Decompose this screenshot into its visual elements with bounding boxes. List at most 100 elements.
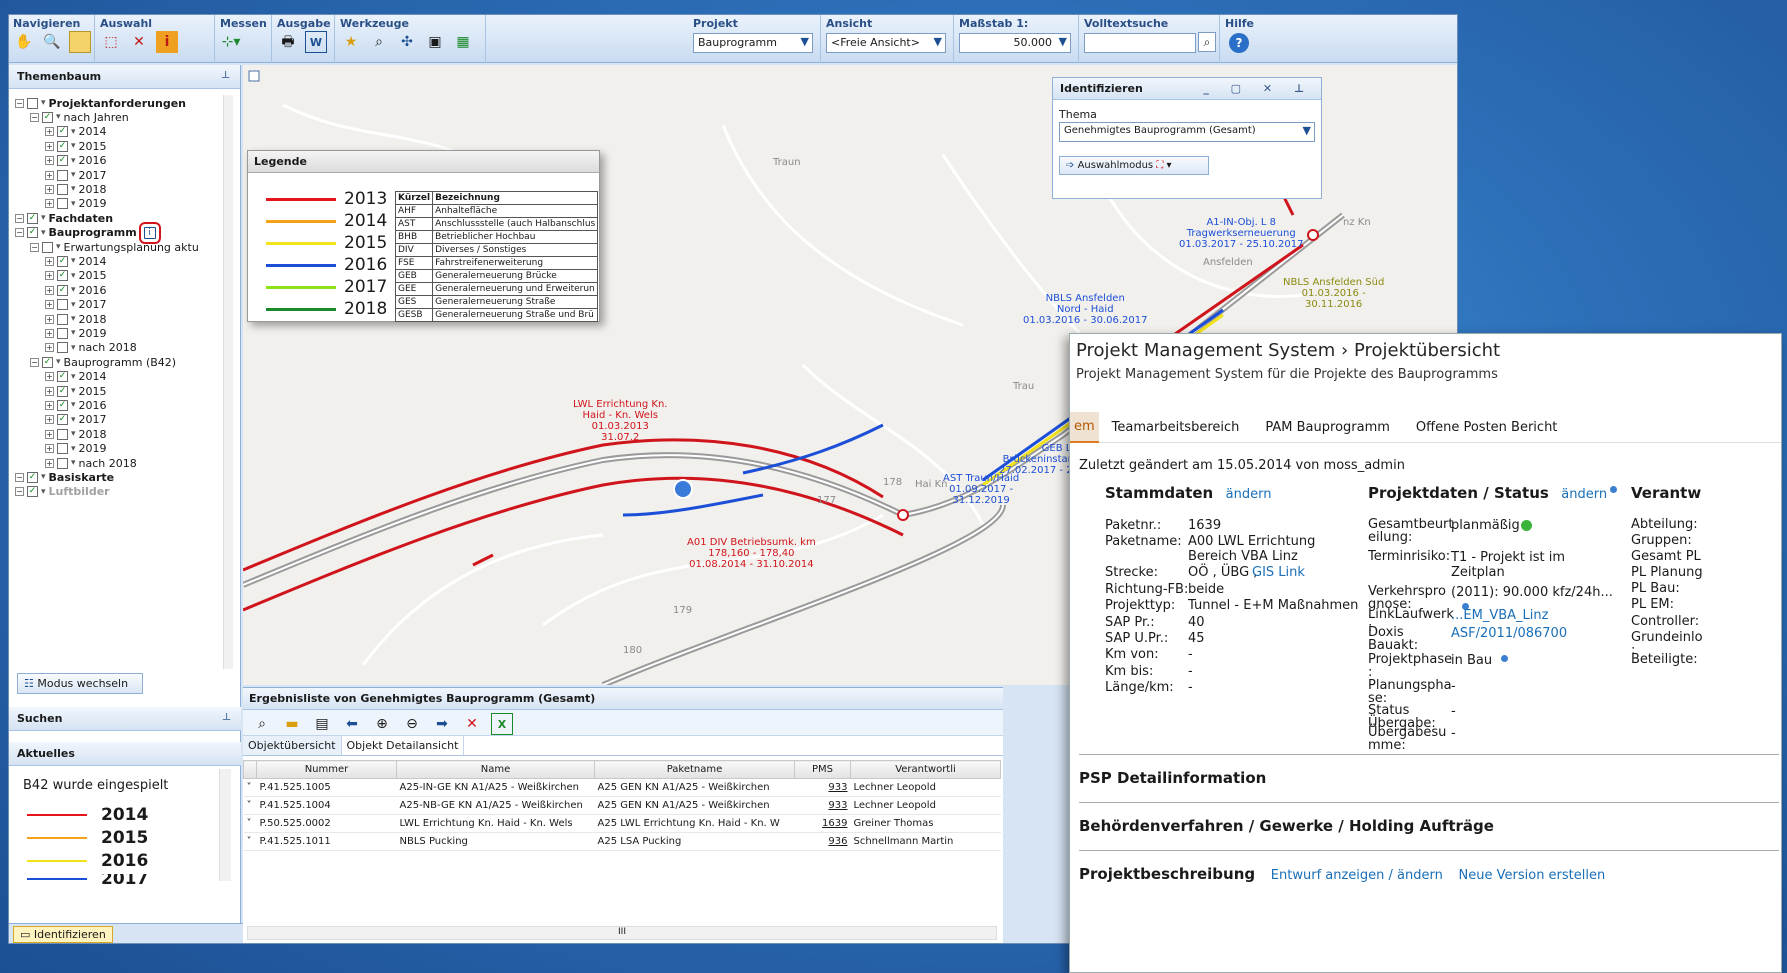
map-label[interactable]: 178 [883, 477, 902, 488]
word-export-icon[interactable]: W [305, 31, 327, 53]
layer-tool-icon[interactable]: ▦ [452, 31, 474, 53]
map-label[interactable]: NBLS Ansfelden Süd 01.03.2016 - 30.11.20… [1283, 277, 1384, 310]
layer-checkbox[interactable]: ✓ [57, 385, 68, 397]
layer-checkbox[interactable]: ✓ [57, 255, 68, 267]
expand-toggle-icon[interactable]: + [45, 300, 54, 310]
measure-icon[interactable]: ⊹▾ [220, 31, 242, 53]
excel-export-icon[interactable]: X [491, 713, 513, 735]
layer-checkbox[interactable] [27, 97, 38, 109]
expand-toggle-icon[interactable]: + [45, 415, 54, 425]
print-icon[interactable]: 🖶 [277, 31, 299, 53]
dropdown-arrow-icon[interactable]: ▾ [71, 328, 76, 338]
field-value[interactable]: ...EM_VBA_Linz [1451, 608, 1548, 623]
expand-toggle-icon[interactable]: − [15, 487, 24, 497]
folder-icon[interactable]: ▬ [281, 713, 303, 735]
expand-toggle-icon[interactable]: − [15, 228, 24, 238]
layer-checkbox[interactable]: ✓ [57, 126, 68, 138]
dropdown-arrow-icon[interactable]: ▾ [71, 372, 76, 382]
table-cell[interactable]: 936 [794, 832, 851, 851]
dropdown-arrow-icon[interactable]: ▾ [41, 472, 46, 482]
pin-icon[interactable]: ⊥ [221, 70, 230, 81]
expand-toggle-icon[interactable]: + [45, 285, 54, 295]
dropdown-arrow-icon[interactable]: ▾ [41, 98, 46, 108]
layer-checkbox[interactable] [57, 443, 68, 455]
field-value[interactable]: ASF/2011/086700 [1451, 626, 1567, 641]
tree-scrollbar[interactable] [223, 95, 233, 669]
result-horizontal-scrollbar[interactable]: III [247, 926, 997, 940]
delete-icon[interactable]: ✕ [461, 713, 483, 735]
suchen-header[interactable]: Suchen ⊥ [9, 707, 241, 731]
layer-checkbox[interactable]: ✓ [57, 140, 68, 152]
column-header[interactable]: Paketname [594, 760, 795, 779]
layer-checkbox[interactable] [57, 327, 68, 339]
table-cell[interactable]: 933 [794, 796, 851, 815]
row-expander[interactable]: ˅ [243, 778, 257, 797]
dropdown-arrow-icon[interactable]: ▾ [71, 156, 76, 166]
dropdown-arrow-icon[interactable]: ▾ [71, 199, 76, 209]
modus-wechseln-button[interactable]: ☷ Modus wechseln [17, 673, 143, 694]
window-icon[interactable]: ▤ [311, 713, 333, 735]
layer-checkbox[interactable]: ✓ [42, 356, 53, 368]
layer-checkbox[interactable] [57, 457, 68, 469]
pms-title[interactable]: Projekt Management System [1076, 340, 1335, 361]
layer-checkbox[interactable] [57, 198, 68, 210]
map-label[interactable]: Trau [1013, 381, 1034, 392]
dropdown-arrow-icon[interactable]: ▾ [71, 343, 76, 353]
layer-checkbox[interactable]: ✓ [27, 486, 38, 498]
layer-info-icon[interactable]: i [138, 221, 161, 244]
row-expander[interactable]: ˅ [243, 814, 257, 833]
junction-marker[interactable] [897, 509, 909, 521]
column-header[interactable]: Verantwortli [850, 760, 1001, 779]
aktuelles-header[interactable]: Aktuelles [9, 742, 241, 766]
expand-toggle-icon[interactable]: + [45, 271, 54, 281]
dropdown-arrow-icon[interactable]: ▾ [71, 141, 76, 151]
table-row[interactable]: ˅ P.41.525.1011 NBLS Pucking A25 LSA Puckin… [243, 832, 1001, 851]
zoom-to-icon[interactable]: ⌕ [251, 713, 273, 735]
star-tool-icon[interactable]: ★ [340, 31, 362, 53]
map-label[interactable]: 180 [623, 645, 642, 656]
expand-toggle-icon[interactable]: + [45, 127, 54, 137]
dropdown-arrow-icon[interactable]: ▾ [41, 228, 46, 238]
map-label[interactable]: Ansfelden [1203, 257, 1253, 268]
auswahlmodus-button[interactable]: ➩ Auswahlmodus ⛶ ▾ [1059, 156, 1209, 175]
table-cell[interactable]: 1639 [794, 814, 851, 833]
info-icon[interactable] [1501, 655, 1508, 662]
dropdown-arrow-icon[interactable]: ▾ [71, 184, 76, 194]
dropdown-arrow-icon[interactable]: ▾ [71, 415, 76, 425]
ansicht-select[interactable]: <Freie Ansicht> ▼ [826, 33, 946, 53]
layer-checkbox[interactable] [57, 183, 68, 195]
map-label[interactable]: Traun [773, 157, 801, 168]
expand-toggle-icon[interactable]: − [30, 242, 39, 252]
layer-checkbox[interactable] [57, 342, 68, 354]
search-icon[interactable]: ⌕ [1198, 32, 1216, 52]
expand-toggle-icon[interactable]: + [45, 199, 54, 209]
expand-toggle-icon[interactable]: + [45, 314, 54, 324]
identifizieren-status-button[interactable]: ▭ Identifizieren [13, 926, 113, 943]
info-icon[interactable] [1610, 486, 1618, 493]
layer-checkbox[interactable]: ✓ [57, 414, 68, 426]
table-row[interactable]: ˅ P.41.525.1004 A25-NB-GE KN A1/A25 - Weiß… [243, 796, 1001, 815]
expand-toggle-icon[interactable]: + [45, 170, 54, 180]
deselect-icon[interactable]: ✕ [128, 31, 150, 53]
arrow-right-icon[interactable]: ➡ [431, 713, 453, 735]
dropdown-arrow-icon[interactable]: ▾ [56, 242, 61, 252]
tree-node[interactable]: − ✓ ▾ Luftbilder [15, 484, 110, 500]
expand-toggle-icon[interactable]: + [45, 141, 54, 151]
expand-toggle-icon[interactable]: − [30, 357, 39, 367]
dropdown-arrow-icon[interactable]: ▾ [71, 429, 76, 439]
layer-checkbox[interactable] [57, 428, 68, 440]
layer-checkbox[interactable]: ✓ [42, 111, 53, 123]
dropdown-arrow-icon[interactable]: ▾ [41, 487, 46, 497]
dropdown-arrow-icon[interactable]: ▾ [71, 271, 76, 281]
window-controls[interactable]: _ ▢ ✕ ⊥ [1203, 82, 1313, 95]
layer-checkbox[interactable]: ✓ [27, 471, 38, 483]
expand-toggle-icon[interactable]: + [45, 328, 54, 338]
column-header[interactable]: PMS [794, 760, 851, 779]
expand-toggle-icon[interactable]: + [45, 256, 54, 266]
volltext-input[interactable] [1084, 33, 1196, 53]
dropdown-arrow-icon[interactable]: ▾ [71, 300, 76, 310]
expand-toggle-icon[interactable]: − [30, 112, 39, 122]
map-label[interactable]: 179 [673, 605, 692, 616]
layer-checkbox[interactable]: ✓ [57, 399, 68, 411]
nav-item-active[interactable]: em [1070, 412, 1099, 443]
